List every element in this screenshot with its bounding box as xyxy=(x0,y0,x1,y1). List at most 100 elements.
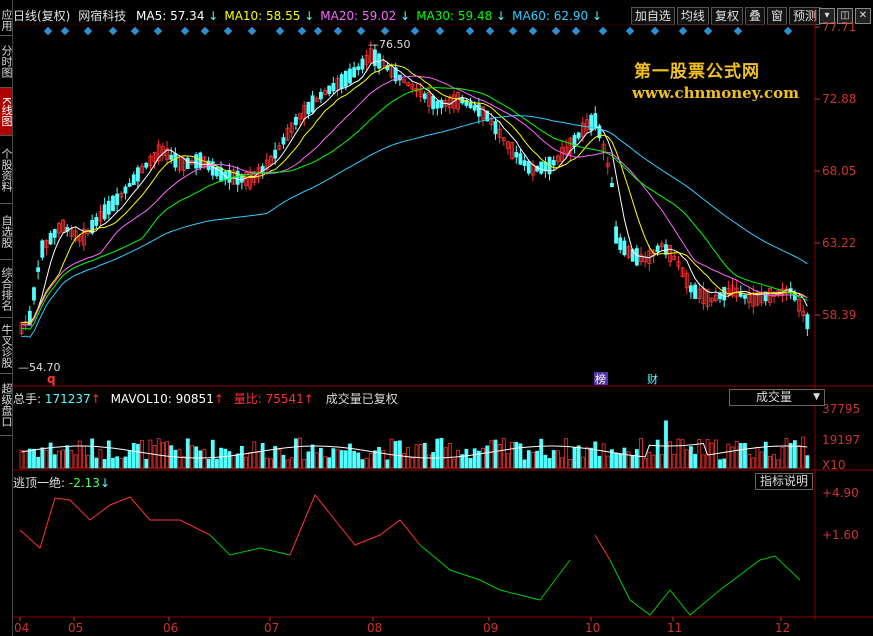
candle xyxy=(194,154,199,169)
volume-bar xyxy=(456,449,460,469)
volume-bar xyxy=(335,449,340,469)
volume-bar xyxy=(618,453,623,469)
candle xyxy=(123,186,128,194)
volume-bar xyxy=(144,458,149,469)
event-diamond-icon xyxy=(625,26,635,36)
volume-bar xyxy=(680,439,685,469)
candle xyxy=(373,49,377,66)
volume-bar xyxy=(73,454,78,469)
candle xyxy=(348,68,352,84)
candle xyxy=(40,240,45,258)
volume-bar xyxy=(410,457,415,469)
volume-bar xyxy=(580,456,585,469)
event-diamond-icon xyxy=(200,26,210,36)
volume-bar xyxy=(298,437,302,469)
volume-bar xyxy=(90,438,95,469)
candle xyxy=(318,91,323,100)
volume-bar xyxy=(306,451,311,469)
volume-bar xyxy=(555,450,560,469)
volume-bar xyxy=(531,451,535,469)
candle xyxy=(185,157,190,170)
event-diamond-icon xyxy=(410,26,420,36)
candle xyxy=(468,102,473,109)
mavol-arrow: ↑ xyxy=(213,392,224,406)
volume-bar xyxy=(780,447,785,469)
candle xyxy=(689,285,693,293)
candle xyxy=(522,160,527,166)
volume-bar xyxy=(797,445,801,469)
event-diamond-icon xyxy=(108,26,118,36)
watermark-title: 第一股票公式网 xyxy=(634,62,760,82)
volume-axis-label: 19197 xyxy=(822,433,860,447)
volume-bar xyxy=(738,443,743,469)
volume-bar xyxy=(684,449,689,469)
candle xyxy=(52,229,57,238)
volume-bar xyxy=(185,438,190,469)
volume-bar xyxy=(98,449,103,469)
volume-bar xyxy=(106,440,111,469)
volume-bar xyxy=(57,450,61,469)
volume-bar xyxy=(726,443,731,469)
volume-bar xyxy=(647,451,652,469)
volume-bar xyxy=(252,441,257,469)
volume-bar xyxy=(772,454,776,469)
indicator-line xyxy=(609,555,801,616)
event-diamond-icon xyxy=(551,26,561,36)
volume-bar xyxy=(431,452,436,469)
volume-bar xyxy=(48,442,53,469)
volume-bar xyxy=(709,442,714,469)
candle xyxy=(618,237,623,250)
volume-bar xyxy=(65,445,70,469)
volume-bar xyxy=(140,440,144,469)
volume-bar xyxy=(605,455,610,469)
event-diamond-icon xyxy=(313,26,323,36)
volume-bar xyxy=(194,446,199,469)
volume-bar xyxy=(634,449,639,469)
volume-bar xyxy=(759,451,764,469)
high-price-label: —76.50 xyxy=(368,38,411,51)
candle xyxy=(360,58,365,70)
volume-bar xyxy=(614,452,618,469)
candle xyxy=(306,101,311,115)
volume-selector[interactable]: 成交量 ▼ xyxy=(729,389,825,406)
volume-bar xyxy=(722,458,727,469)
candle xyxy=(144,162,149,168)
volume-bar xyxy=(597,455,602,469)
month-label: 10 xyxy=(585,621,600,635)
candle xyxy=(115,193,120,206)
event-diamond-icon xyxy=(130,26,140,36)
month-label: 08 xyxy=(367,621,382,635)
volume-ratio-label: 量比: xyxy=(233,392,262,406)
indicator-help-button[interactable]: 指标说明 xyxy=(755,473,814,490)
mavol-value: 90851 xyxy=(175,392,214,406)
volume-bar xyxy=(439,437,444,469)
volume-bar xyxy=(318,447,323,469)
indicator-value: -2.13 xyxy=(68,476,100,490)
volume-total-arrow: ↑ xyxy=(90,392,101,406)
volume-bar xyxy=(730,446,735,469)
candle xyxy=(614,226,618,244)
volume-bar xyxy=(593,441,598,469)
price-axis-label: 72.88 xyxy=(822,92,856,106)
candle xyxy=(327,85,332,95)
candle xyxy=(356,66,361,71)
candle xyxy=(431,95,436,110)
event-diamond-icon xyxy=(153,26,163,36)
volume-bar xyxy=(763,441,768,469)
volume-bar xyxy=(111,457,115,469)
volume-bar xyxy=(327,457,332,469)
candle xyxy=(111,195,115,212)
event-diamond-icon xyxy=(43,26,53,36)
event-diamond-icon xyxy=(783,26,793,36)
candle xyxy=(610,183,614,188)
candle xyxy=(518,153,523,165)
indicator-name[interactable]: 逃顶一绝: xyxy=(13,476,65,490)
volume-bar xyxy=(127,450,132,469)
volume-bar xyxy=(514,441,519,469)
volume-bar xyxy=(626,451,631,469)
event-diamond-icon xyxy=(297,26,307,36)
volume-bar xyxy=(281,454,286,469)
volume-bar xyxy=(202,448,207,469)
volume-bar xyxy=(743,442,747,469)
volume-bar xyxy=(352,450,357,469)
